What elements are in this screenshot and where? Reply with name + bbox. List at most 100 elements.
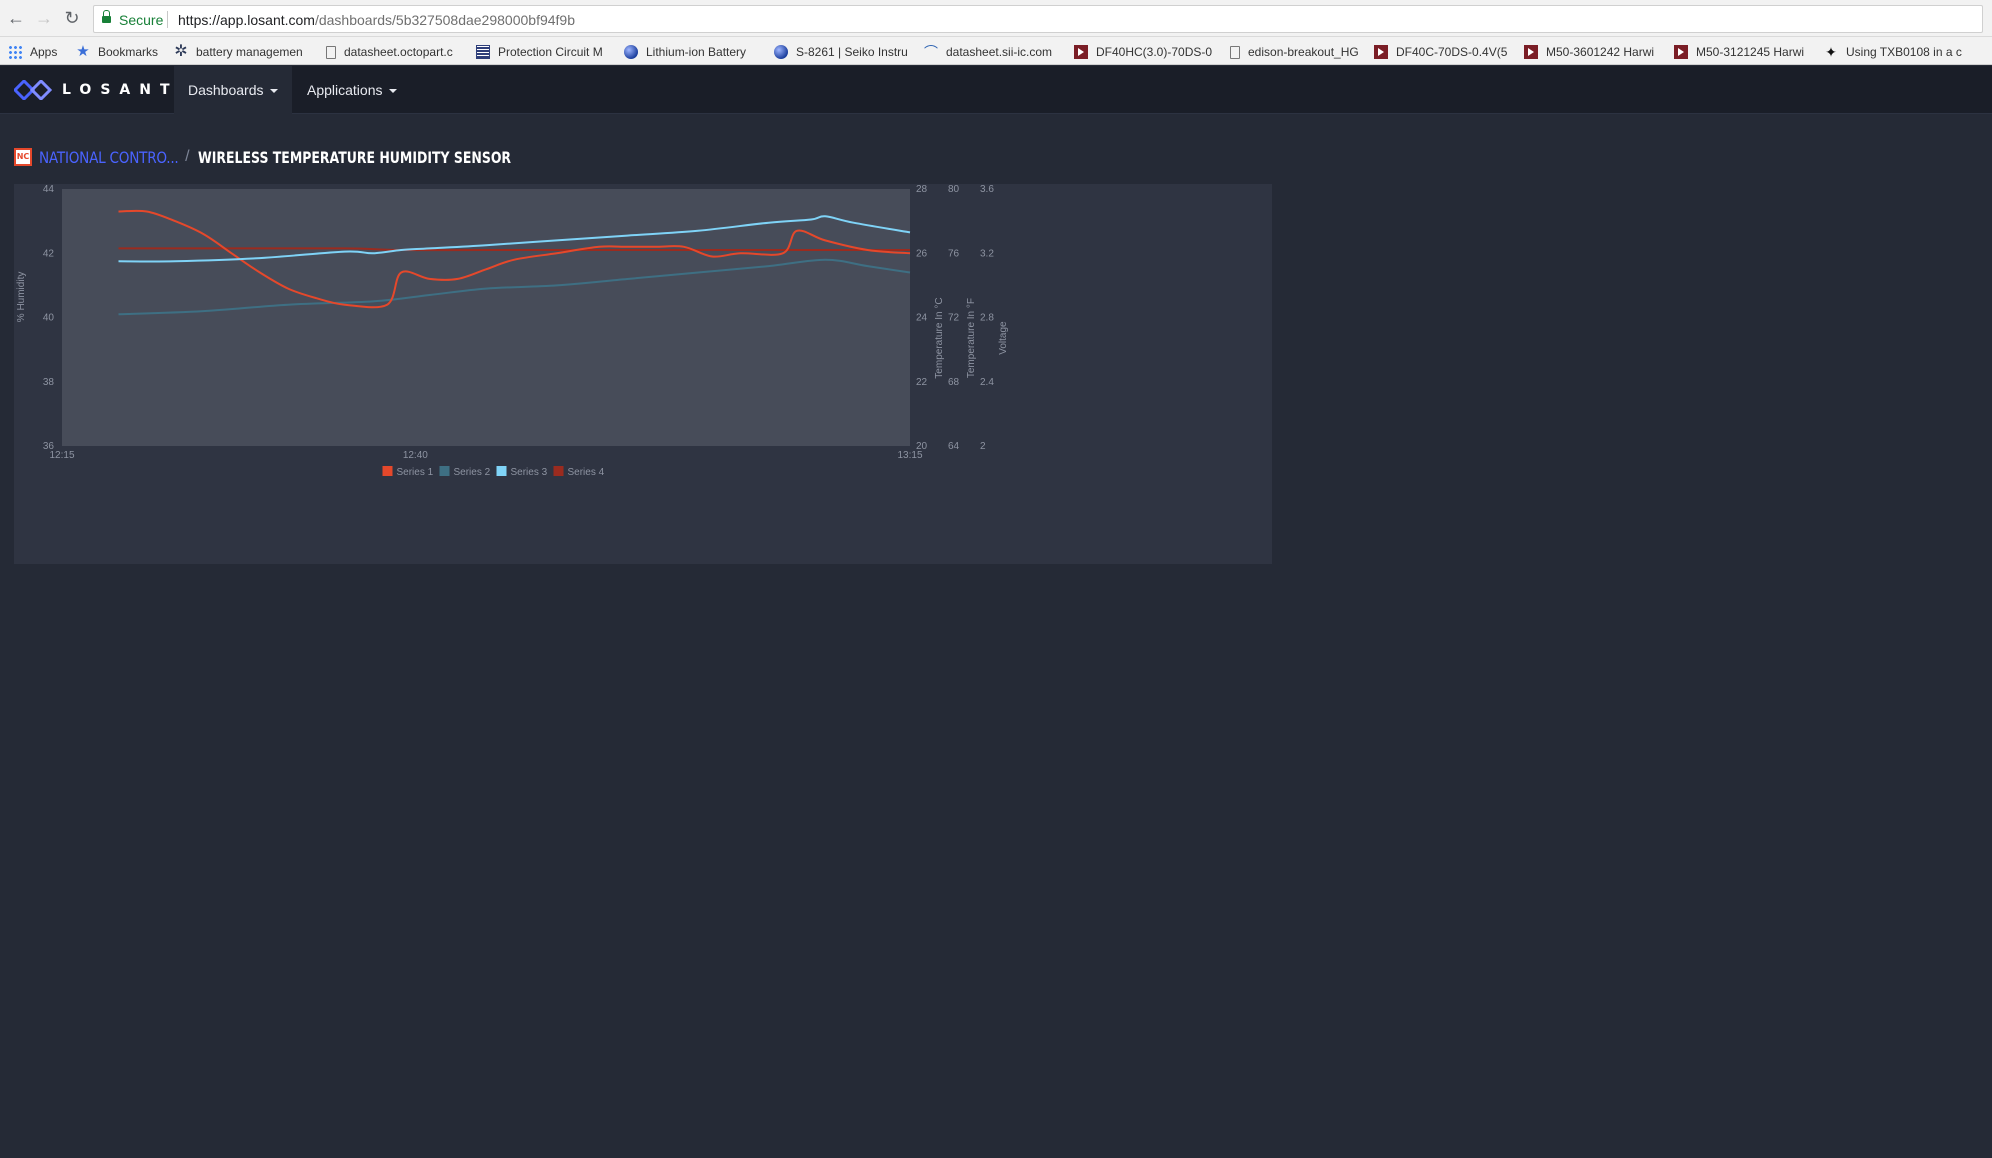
grid-icon	[476, 45, 490, 59]
bookmark-battery-management[interactable]: ✲ battery managemen	[174, 43, 303, 61]
bookmark-protection-circuit[interactable]: Protection Circuit M	[476, 43, 603, 61]
temp_f-tick-label: 64	[948, 441, 960, 452]
series-4-legend-label: Series 4	[568, 467, 605, 478]
series-3-legend-label: Series 3	[511, 467, 548, 478]
bookmark-label: M50-3601242 Harwi	[1546, 45, 1655, 59]
bookmark-edison-breakout[interactable]: edison-breakout_HG	[1230, 43, 1359, 61]
ti-icon: ✦	[1825, 44, 1837, 60]
bookmark-label: M50-3121245 Harwi	[1696, 45, 1805, 59]
bookmark-m50-3121245[interactable]: M50-3121245 Harwi	[1674, 43, 1804, 61]
time-series-chart[interactable]: 12:15 12:40 13:153638404244% Humidity20222…	[14, 184, 1272, 564]
humidity-tick-label: 42	[43, 248, 55, 259]
page-icon	[1230, 45, 1240, 59]
apps-icon	[8, 45, 22, 59]
series-1-legend-label: Series 1	[397, 467, 434, 478]
bookmark-label: Bookmarks	[98, 45, 159, 59]
series-2-legend-swatch	[439, 466, 450, 476]
bookmark-txb0108[interactable]: ✦ Using TXB0108 in a c	[1824, 43, 1962, 61]
gear-icon: ✲	[174, 43, 188, 60]
address-divider	[167, 11, 168, 28]
bookmark-label: DF40C-70DS-0.4V(5	[1396, 45, 1508, 59]
bookmark-lithium-ion[interactable]: Lithium-ion Battery	[624, 43, 746, 61]
time-series-chart-widget: 12:15 12:40 13:15 36 38 40 42 44% Humidity 20 22 2…	[14, 184, 1272, 564]
bookmark-bookmarks[interactable]: ★ Bookmarks	[76, 43, 158, 61]
voltage-tick-label: 3.6	[980, 184, 994, 195]
mouser-icon	[1524, 45, 1538, 59]
voltage-tick-label: 3.2	[980, 248, 994, 259]
series-1-legend-swatch	[382, 466, 393, 476]
page-title: WIRELESS TEMPERATURE HUMIDITY SENSOR	[197, 147, 511, 167]
humidity-tick-label: 44	[43, 184, 55, 195]
mouser-icon	[1374, 45, 1388, 59]
globe-icon	[774, 45, 788, 59]
bookmark-label: Protection Circuit M	[498, 45, 603, 59]
bookmark-label: Apps	[30, 45, 58, 59]
temp_c-tick-label: 20	[916, 441, 928, 452]
app-header: LOSANT Dashboards Applications	[0, 66, 1992, 114]
bookmark-m50-3601242[interactable]: M50-3601242 Harwi	[1524, 43, 1654, 61]
losant-logo[interactable]: LOSANT	[14, 80, 179, 100]
losant-logo-icon	[14, 80, 52, 100]
voltage-tick-label: 2.4	[980, 377, 994, 388]
bookmark-label: DF40HC(3.0)-70DS-0	[1096, 45, 1213, 59]
address-bar[interactable]: Secure https://app.losant.com/dashboards…	[93, 5, 1983, 33]
nav-dashboards[interactable]: Dashboards	[174, 66, 292, 114]
temp_f-tick-label: 80	[948, 184, 960, 195]
voltage-tick-label: 2.8	[980, 313, 994, 324]
star-icon: ★	[76, 43, 90, 60]
bookmark-label: datasheet.octopart.c	[344, 45, 453, 59]
humidity-tick-label: 38	[43, 377, 55, 388]
url-host: https://app.losant.com	[178, 12, 315, 28]
back-arrow-icon[interactable]: ←	[6, 8, 26, 28]
bookmark-apps[interactable]: Apps	[8, 43, 57, 61]
humidity-tick-label: 40	[43, 313, 55, 324]
bookmark-label: edison-breakout_HG	[1248, 45, 1359, 59]
temp_f-tick-label: 72	[948, 313, 960, 324]
temp_c-axis-title: Temperature In °C	[934, 297, 945, 378]
mouser-icon	[1674, 45, 1688, 59]
browser-toolbar: ← → ↻ Secure https://app.losant.com/dash…	[0, 0, 1992, 37]
bookmark-df40c[interactable]: DF40C-70DS-0.4V(5	[1374, 43, 1507, 61]
temp_c-tick-label: 28	[916, 184, 928, 195]
breadcrumb: NC NATIONAL CONTRO... / WIRELESS TEMPERA…	[14, 146, 599, 168]
temp_f-axis-title: Temperature In °F	[966, 298, 977, 378]
series-4-legend-swatch	[553, 466, 564, 476]
nav-applications-label: Applications	[307, 82, 383, 98]
secure-label: Secure	[119, 12, 164, 28]
forward-arrow-icon[interactable]: →	[34, 8, 54, 28]
url-text[interactable]: https://app.losant.com/dashboards/5b3275…	[178, 12, 575, 28]
globe-icon	[624, 45, 638, 59]
application-badge: NC	[14, 148, 32, 166]
voltage-tick-label: 2	[980, 441, 986, 452]
bookmark-df40hc[interactable]: DF40HC(3.0)-70DS-0	[1074, 43, 1212, 61]
mouser-icon	[1074, 45, 1088, 59]
caret-down-icon	[388, 89, 397, 94]
nav-applications[interactable]: Applications	[293, 66, 411, 114]
logo-wordmark: LOSANT	[62, 82, 179, 98]
bookmark-label: battery managemen	[196, 45, 303, 59]
temp_c-tick-label: 26	[916, 248, 928, 259]
breadcrumb-separator: /	[185, 148, 190, 165]
page-icon	[326, 45, 336, 59]
breadcrumb-parent-link[interactable]: NATIONAL CONTRO...	[39, 148, 179, 167]
temp_f-tick-label: 68	[948, 377, 960, 388]
reload-icon[interactable]: ↻	[62, 8, 82, 28]
bookmark-label: S-8261 | Seiko Instru	[796, 45, 908, 59]
humidity-axis-title: % Humidity	[16, 272, 27, 323]
bookmark-sii-ic[interactable]: ⌒ datasheet.sii-ic.com	[924, 43, 1052, 61]
temp_f-tick-label: 76	[948, 248, 960, 259]
nav-dashboards-label: Dashboards	[188, 82, 264, 98]
bookmark-label: datasheet.sii-ic.com	[946, 45, 1053, 59]
bookmark-label: Using TXB0108 in a c	[1846, 45, 1962, 59]
bookmark-seiko[interactable]: S-8261 | Seiko Instru	[774, 43, 908, 61]
voltage-axis-title: Voltage	[998, 321, 1009, 355]
series-3-legend-swatch	[496, 466, 507, 476]
sii-icon: ⌒	[924, 44, 938, 60]
bookmark-label: Lithium-ion Battery	[646, 45, 747, 59]
temp_c-tick-label: 22	[916, 377, 928, 388]
series-2-legend-label: Series 2	[454, 467, 491, 478]
bookmark-octopart[interactable]: datasheet.octopart.c	[326, 43, 453, 61]
humidity-tick-label: 36	[43, 441, 55, 452]
lock-icon	[102, 10, 111, 25]
temp_c-tick-label: 24	[916, 313, 928, 324]
